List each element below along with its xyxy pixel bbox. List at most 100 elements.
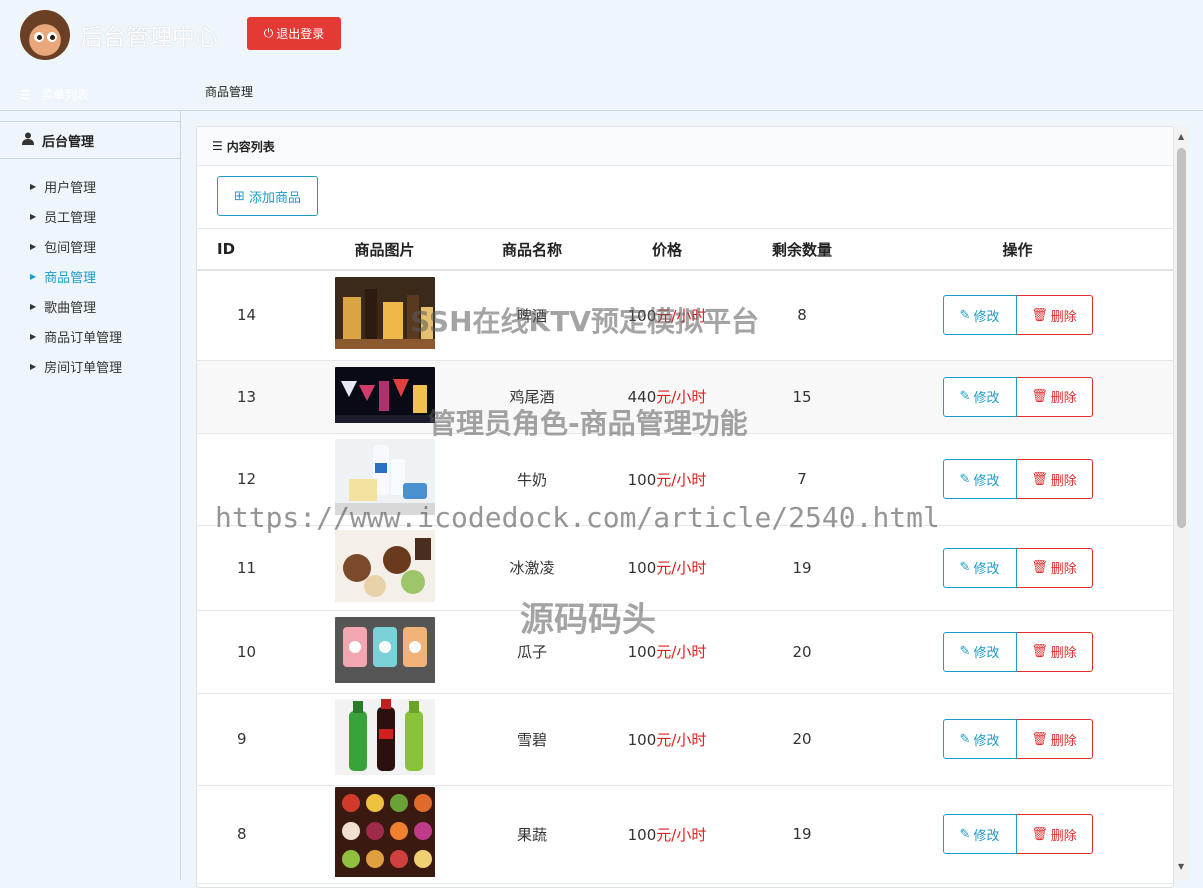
cell-actions: ✎ 修改 🗑 删除 (862, 785, 1173, 884)
table-row: 12 牛奶 100元/小时 7 ✎ 修改 🗑 删除 (197, 433, 1173, 526)
edit-icon: ✎ (959, 307, 971, 323)
cell-name: 牛奶 (472, 433, 592, 526)
table-row: 11 冰激凌 100元/小时 19 ✎ 修改 🗑 删除 (197, 525, 1173, 611)
edit-button[interactable]: ✎ 修改 (942, 547, 1017, 588)
cell-name: 啤酒 (472, 270, 592, 361)
sidebar-item-label: 员工管理 (44, 210, 97, 226)
scrollbar[interactable]: ▲ ▼ (1175, 126, 1189, 880)
delete-button[interactable]: 🗑 删除 (1016, 814, 1093, 854)
price-unit: 元/小时 (656, 470, 707, 489)
logout-label: 退出登录 (276, 27, 325, 41)
edit-button[interactable]: ✎ 修改 (942, 631, 1017, 672)
delete-button[interactable]: 🗑 删除 (1016, 376, 1093, 417)
action-group: ✎ 修改 🗑 删除 (942, 459, 1093, 499)
trash-icon: 🗑 (1031, 826, 1048, 842)
sidebar-item[interactable]: ▶ 包间管理 (0, 231, 180, 261)
sidebar-item[interactable]: ▶ 商品订单管理 (0, 321, 180, 351)
cell-name: 瓜子 (472, 610, 592, 694)
cell-stock: 20 (742, 693, 862, 786)
cell-image (297, 693, 472, 786)
delete-button[interactable]: 🗑 删除 (1016, 547, 1093, 588)
edit-button[interactable]: ✎ 修改 (942, 376, 1017, 417)
cell-price: 100元/小时 (592, 610, 742, 694)
cell-id: 13 (197, 360, 297, 434)
cell-name: 冰激凌 (472, 525, 592, 611)
product-image (334, 439, 435, 519)
panel-header: ☰ 内容列表 (197, 127, 1173, 166)
cell-id: 14 (197, 270, 297, 361)
sidebar-item-label: 包间管理 (44, 240, 97, 256)
sidebar-group-header[interactable]: 后台管理 (0, 121, 180, 159)
cell-image (297, 525, 472, 611)
cell-actions: ✎ 修改 🗑 删除 (862, 360, 1173, 434)
action-group: ✎ 修改 🗑 删除 (942, 376, 1093, 417)
price-unit: 元/小时 (656, 388, 707, 406)
delete-button[interactable]: 🗑 删除 (1016, 631, 1093, 672)
edit-button[interactable]: ✎ 修改 (942, 719, 1017, 759)
sidebar: 后台管理 ▶ 用户管理 ▶ 员工管理 ▶ 包间管理 ▶ 商品管理 ▶ 歌曲管理 ▶ 商品订单管理 ▶ 房间… (0, 111, 181, 880)
content-panel: ☰ 内容列表 ⊞ 添加商品 ID 商品图片 商品名称 价格 剩余数量 操作 14… (196, 126, 1174, 888)
logout-button[interactable]: ⏻ 退出登录 (247, 17, 341, 50)
panel-title: 内容列表 (226, 139, 275, 154)
edit-icon: ✎ (959, 644, 971, 659)
scroll-down-arrow-icon[interactable]: ▼ (1178, 862, 1184, 871)
cell-id: 10 (197, 610, 297, 694)
caret-right-icon: ▶ (30, 181, 37, 191)
edit-button[interactable]: ✎ 修改 (942, 814, 1017, 854)
avatar (20, 10, 70, 60)
cell-price: 100元/小时 (592, 433, 742, 526)
plus-square-icon: ⊞ (234, 188, 245, 204)
trash-icon: 🗑 (1031, 389, 1048, 404)
table-row: 9 雪碧 100元/小时 20 ✎ 修改 🗑 删除 (197, 693, 1173, 786)
caret-right-icon: ▶ (30, 331, 37, 341)
sidebar-item[interactable]: ▶ 商品管理 (0, 261, 180, 291)
sidebar-item[interactable]: ▶ 歌曲管理 (0, 291, 180, 321)
scroll-thumb[interactable] (1177, 148, 1186, 528)
scroll-up-arrow-icon[interactable]: ▲ (1178, 132, 1184, 141)
sidebar-item-label: 商品管理 (44, 270, 97, 286)
col-header-actions: 操作 (862, 229, 1173, 271)
cell-actions: ✎ 修改 🗑 删除 (862, 433, 1173, 526)
delete-button[interactable]: 🗑 删除 (1016, 295, 1093, 336)
action-group: ✎ 修改 🗑 删除 (942, 295, 1093, 336)
sidebar-item-label: 房间订单管理 (44, 360, 123, 376)
edit-icon: ✎ (959, 471, 971, 487)
price-value: 100 (627, 730, 657, 749)
price-value: 100 (627, 643, 657, 661)
app-title: 后台管理中心 (80, 25, 218, 51)
cell-stock: 15 (742, 360, 862, 434)
breadcrumb: 商品管理 (205, 85, 254, 99)
cell-id: 12 (197, 433, 297, 526)
cell-price: 100元/小时 (592, 270, 742, 361)
delete-button[interactable]: 🗑 删除 (1016, 719, 1093, 759)
sidebar-item[interactable]: ▶ 用户管理 (0, 171, 180, 201)
menu-bars-icon: ☰ (20, 87, 31, 102)
toolbar: ⊞ 添加商品 (197, 166, 1173, 229)
sidebar-item[interactable]: ▶ 房间订单管理 (0, 351, 180, 381)
cell-stock: 8 (742, 270, 862, 361)
edit-button[interactable]: ✎ 修改 (942, 459, 1017, 499)
sidebar-item-label: 用户管理 (44, 180, 97, 196)
caret-right-icon: ▶ (30, 361, 37, 371)
product-table: ID 商品图片 商品名称 价格 剩余数量 操作 14 啤酒 100元/小时 8 ✎ 修改 🗑… (197, 229, 1173, 884)
action-group: ✎ 修改 🗑 删除 (942, 547, 1093, 588)
cell-image (297, 785, 472, 884)
trash-icon: 🗑 (1031, 731, 1048, 747)
price-unit: 元/小时 (656, 643, 707, 661)
caret-right-icon: ▶ (30, 301, 37, 311)
cell-actions: ✎ 修改 🗑 删除 (862, 270, 1173, 361)
action-group: ✎ 修改 🗑 删除 (942, 631, 1093, 672)
list-icon: ☰ (212, 139, 223, 153)
table-header-row: ID 商品图片 商品名称 价格 剩余数量 操作 (197, 229, 1173, 271)
cell-price: 100元/小时 (592, 785, 742, 884)
delete-button[interactable]: 🗑 删除 (1016, 459, 1093, 499)
col-header-image: 商品图片 (297, 229, 472, 271)
table-row: 8 果蔬 100元/小时 19 ✎ 修改 🗑 删除 (197, 785, 1173, 884)
sidebar-item[interactable]: ▶ 员工管理 (0, 201, 180, 231)
trash-icon: 🗑 (1031, 307, 1048, 323)
add-product-button[interactable]: ⊞ 添加商品 (217, 176, 318, 216)
cell-image (297, 270, 472, 361)
edit-button[interactable]: ✎ 修改 (942, 295, 1017, 336)
cell-id: 11 (197, 525, 297, 611)
col-header-id: ID (197, 229, 297, 271)
